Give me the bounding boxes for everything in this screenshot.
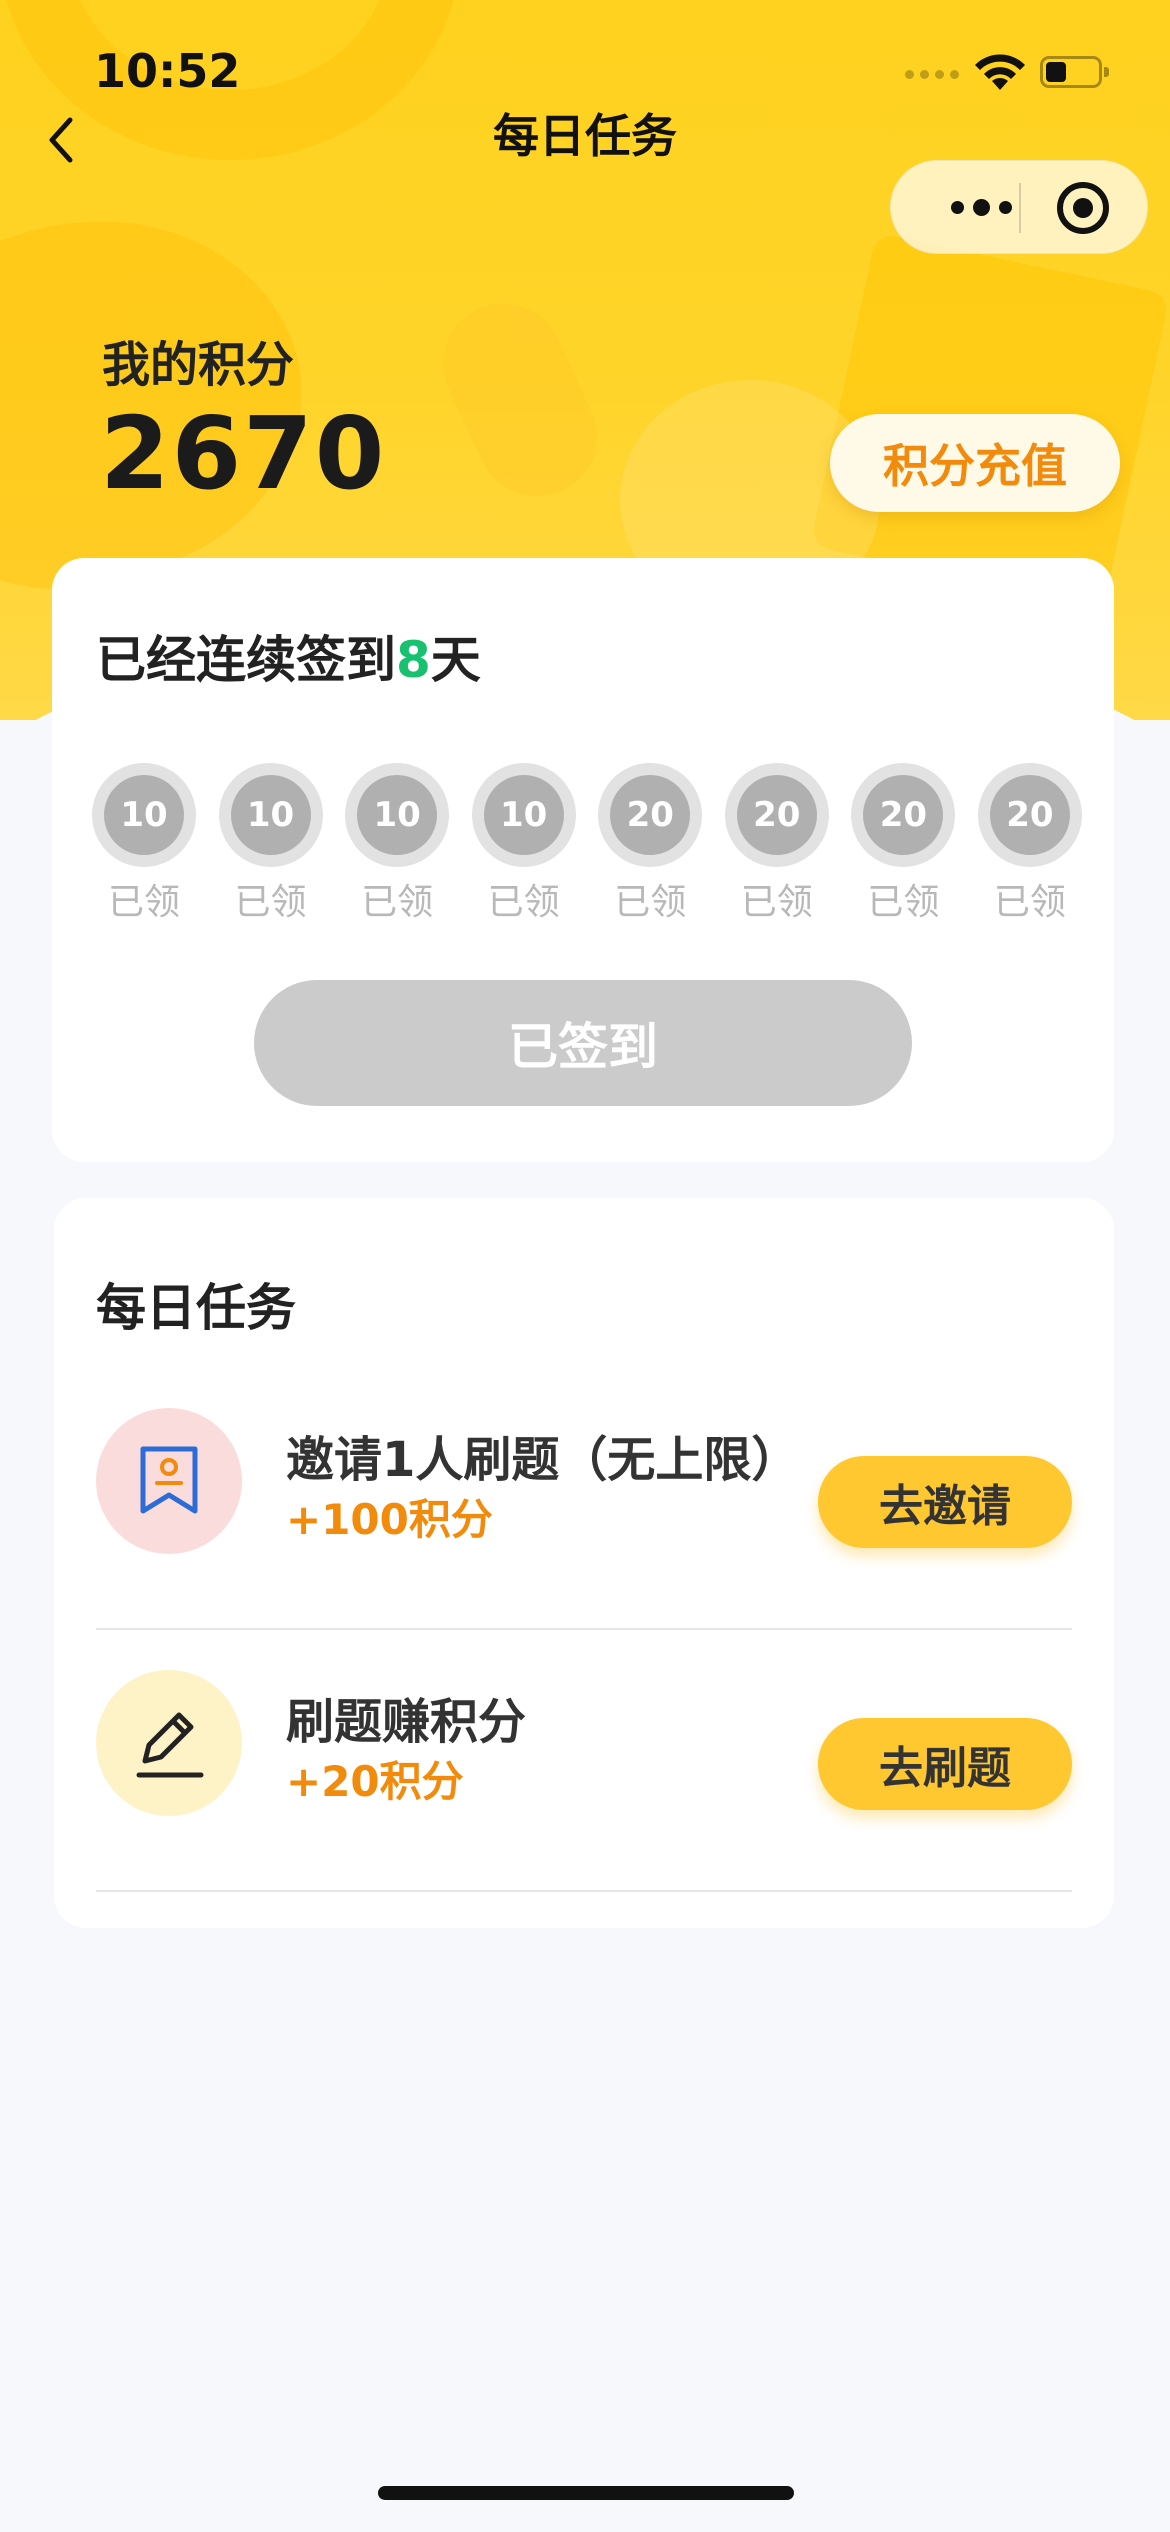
coin-icon: 20 [724, 763, 829, 867]
day-status-label: 已领 [993, 882, 1066, 923]
wifi-icon [975, 54, 1025, 90]
day-status-label: 已领 [107, 882, 180, 923]
day-status-label: 已领 [487, 882, 560, 923]
signin-day: 20 已领 [977, 763, 1082, 925]
signin-day: 20 已领 [724, 763, 829, 925]
coin-icon: 10 [218, 763, 323, 867]
task-reward: +100积分 [286, 1495, 493, 1544]
signed-in-button[interactable]: 已签到 [254, 980, 912, 1106]
streak-days: 8 [396, 631, 431, 689]
day-status-label: 已领 [867, 882, 940, 923]
day-status-label: 已领 [614, 882, 687, 923]
coin-points: 10 [104, 775, 184, 855]
coin-points: 20 [989, 775, 1070, 855]
go-invite-button[interactable]: 去邀请 [818, 1456, 1072, 1548]
cellular-signal-icon [905, 70, 959, 79]
day-status-label: 已领 [234, 882, 307, 923]
signin-day: 10 已领 [471, 763, 576, 925]
task-reward: +20积分 [286, 1757, 464, 1806]
coin-icon: 20 [977, 763, 1082, 867]
decoration-leaf [423, 284, 617, 516]
signin-day-row: 10 已领 10 已领 10 已领 10 已领 20 已领 20 已领 20 已领 20 已领 [92, 763, 1082, 925]
signin-day: 10 已领 [345, 763, 450, 925]
streak-suffix: 天 [430, 631, 481, 689]
coin-icon: 10 [471, 763, 576, 867]
streak-prefix: 已经连续签到 [96, 631, 396, 689]
coin-points: 10 [230, 775, 311, 855]
signin-day: 10 已领 [92, 763, 196, 925]
task-item-practice: 刷题赚积分 +20积分 去刷题 [96, 1630, 1072, 1892]
bookmark-icon [96, 1408, 242, 1554]
task-name: 邀请1人刷题（无上限） [286, 1432, 800, 1488]
day-status-label: 已领 [740, 882, 813, 923]
day-status-label: 已领 [361, 882, 434, 923]
home-indicator[interactable] [378, 2486, 794, 2500]
signin-day: 10 已领 [218, 763, 323, 925]
battery-icon [1040, 56, 1109, 88]
coin-icon: 20 [851, 763, 956, 867]
page-title: 每日任务 [493, 109, 677, 163]
points-label: 我的积分 [102, 337, 295, 393]
coin-points: 20 [736, 775, 817, 855]
status-time: 10:52 [94, 44, 241, 98]
capsule-divider [1019, 183, 1021, 233]
coin-icon: 10 [92, 763, 196, 867]
recharge-points-button[interactable]: 积分充值 [830, 414, 1120, 512]
close-target-icon[interactable] [1057, 182, 1109, 234]
signin-card: 已经连续签到8天 10 已领 10 已领 10 已领 10 已领 20 已领 20 已领 2… [52, 558, 1114, 1162]
coin-points: 20 [863, 775, 944, 855]
coin-points: 10 [357, 775, 438, 855]
signin-day: 20 已领 [598, 763, 703, 925]
points-value: 2670 [100, 395, 387, 512]
signin-streak-title: 已经连续签到8天 [96, 620, 481, 692]
more-menu-icon[interactable] [931, 187, 1031, 227]
task-name: 刷题赚积分 [286, 1694, 527, 1750]
coin-points: 10 [483, 775, 564, 855]
tasks-section-title: 每日任务 [96, 1279, 296, 1337]
task-item-invite: 邀请1人刷题（无上限） +100积分 去邀请 [96, 1368, 1072, 1630]
coin-icon: 20 [598, 763, 703, 867]
daily-tasks-card: 每日任务 邀请1人刷题（无上限） +100积分 去邀请 刷题赚积分 +20积分 … [54, 1198, 1114, 1928]
go-practice-button[interactable]: 去刷题 [818, 1718, 1072, 1810]
coin-icon: 10 [345, 763, 450, 867]
coin-points: 20 [610, 775, 691, 855]
pencil-icon [96, 1670, 242, 1816]
mini-program-capsule [890, 160, 1148, 254]
signin-day: 20 已领 [851, 763, 956, 925]
